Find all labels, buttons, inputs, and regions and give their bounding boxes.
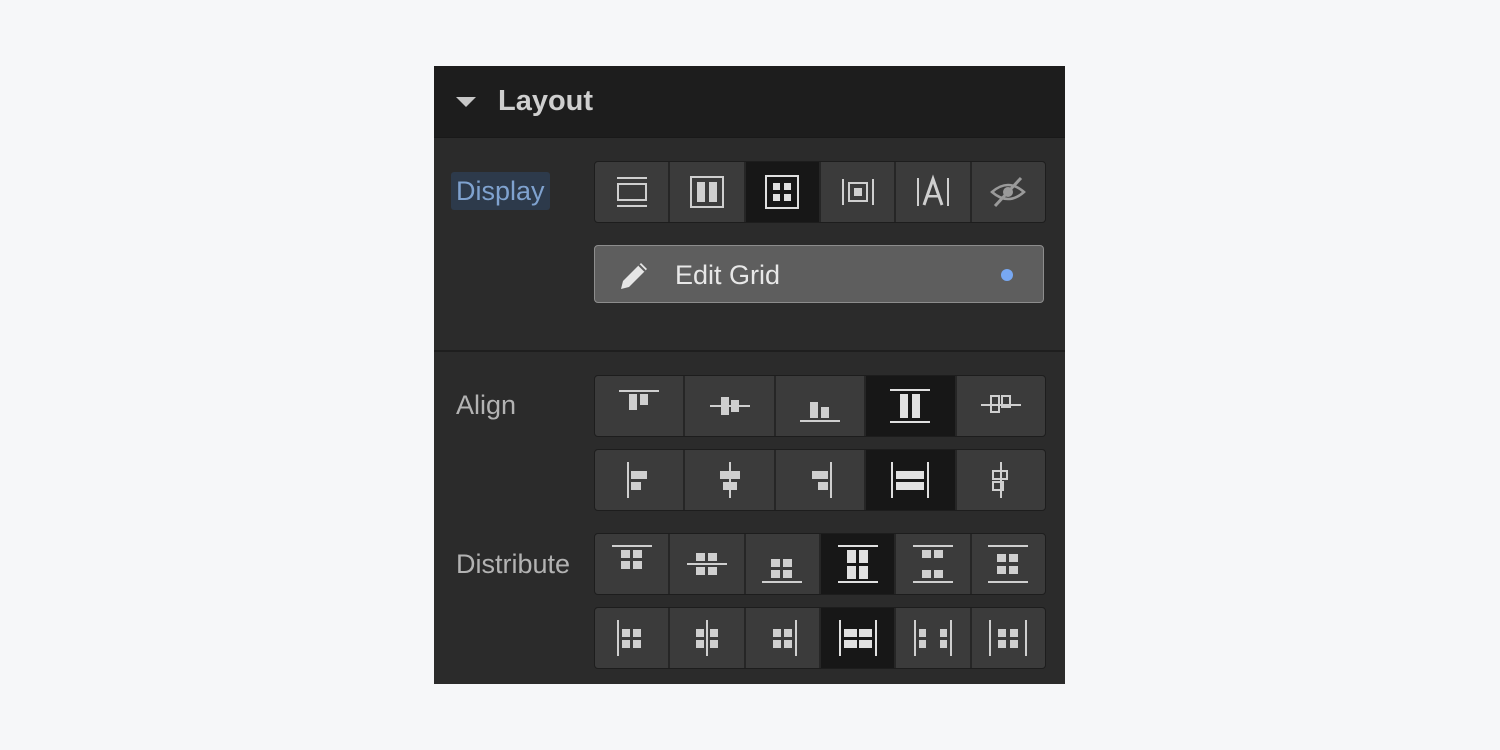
display-none-button[interactable] bbox=[971, 162, 1045, 222]
justify-baseline-icon bbox=[991, 462, 1008, 498]
pencil-icon bbox=[621, 263, 647, 289]
section-divider bbox=[434, 350, 1065, 352]
display-inline-block-icon bbox=[841, 179, 874, 205]
display-segmented-control bbox=[594, 161, 1046, 223]
align-baseline-icon bbox=[980, 395, 1021, 413]
justify-items-control bbox=[594, 449, 1046, 511]
edit-grid-button[interactable]: Edit Grid bbox=[594, 245, 1044, 303]
align-end-button[interactable] bbox=[775, 376, 867, 436]
align-label: Align bbox=[456, 390, 517, 420]
display-label[interactable]: Display bbox=[451, 172, 550, 210]
align-content-stretch-button[interactable] bbox=[820, 534, 897, 594]
justify-center-icon bbox=[719, 462, 740, 498]
distribute-space-around-icon bbox=[988, 545, 1029, 583]
align-content-start-button[interactable] bbox=[595, 534, 671, 594]
display-flex-icon bbox=[689, 176, 724, 208]
align-content-center-button[interactable] bbox=[670, 534, 746, 594]
justify-content-space-around-button[interactable] bbox=[971, 608, 1045, 668]
display-inline-block-button[interactable] bbox=[820, 162, 897, 222]
distribute-h-stretch-icon bbox=[838, 620, 877, 656]
align-stretch-icon bbox=[890, 389, 931, 423]
justify-content-space-between-button[interactable] bbox=[896, 608, 972, 668]
distribute-bottom-icon bbox=[762, 559, 803, 583]
status-dot bbox=[1001, 269, 1013, 281]
caret-down-icon[interactable] bbox=[456, 97, 476, 107]
distribute-h-space-around-icon bbox=[989, 620, 1028, 656]
align-content-control bbox=[594, 533, 1046, 595]
align-items-control bbox=[594, 375, 1046, 437]
align-bottom-icon bbox=[800, 402, 841, 422]
distribute-h-space-between-icon bbox=[913, 620, 952, 656]
distribute-right-icon bbox=[773, 620, 798, 656]
justify-content-end-button[interactable] bbox=[745, 608, 821, 668]
align-center-icon bbox=[709, 397, 750, 415]
distribute-stretch-icon bbox=[837, 545, 878, 583]
justify-start-button[interactable] bbox=[595, 450, 686, 510]
display-inline-button[interactable] bbox=[896, 162, 972, 222]
display-block-icon bbox=[616, 177, 647, 207]
edit-grid-label: Edit Grid bbox=[675, 260, 781, 290]
justify-center-button[interactable] bbox=[685, 450, 776, 510]
display-inline-icon bbox=[916, 174, 949, 206]
distribute-left-icon bbox=[616, 620, 641, 656]
justify-stretch-icon bbox=[891, 462, 930, 498]
align-baseline-button[interactable] bbox=[956, 376, 1045, 436]
align-content-space-between-button[interactable] bbox=[896, 534, 972, 594]
justify-content-start-button[interactable] bbox=[595, 608, 671, 668]
justify-content-control bbox=[594, 607, 1046, 669]
justify-left-icon bbox=[627, 462, 648, 498]
distribute-center-icon bbox=[686, 553, 727, 575]
distribute-space-between-icon bbox=[912, 545, 953, 583]
justify-stretch-button[interactable] bbox=[866, 450, 957, 510]
align-start-button[interactable] bbox=[595, 376, 686, 436]
distribute-h-center-icon bbox=[695, 620, 718, 656]
justify-end-button[interactable] bbox=[775, 450, 867, 510]
justify-baseline-button[interactable] bbox=[956, 450, 1045, 510]
justify-content-center-button[interactable] bbox=[670, 608, 746, 668]
section-header[interactable]: Layout bbox=[434, 66, 1065, 138]
align-content-space-around-button[interactable] bbox=[971, 534, 1045, 594]
align-top-icon bbox=[619, 390, 660, 410]
display-grid-button[interactable] bbox=[745, 162, 821, 222]
justify-content-stretch-button[interactable] bbox=[820, 608, 897, 668]
align-stretch-button[interactable] bbox=[866, 376, 957, 436]
distribute-top-icon bbox=[611, 545, 652, 569]
display-grid-icon bbox=[765, 175, 800, 209]
section-title: Layout bbox=[498, 85, 594, 117]
layout-panel: Layout Display Edit Grid Align Distribut… bbox=[434, 66, 1065, 684]
align-center-button[interactable] bbox=[685, 376, 776, 436]
display-flex-button[interactable] bbox=[670, 162, 746, 222]
justify-right-icon bbox=[812, 462, 833, 498]
align-content-end-button[interactable] bbox=[745, 534, 821, 594]
display-block-button[interactable] bbox=[595, 162, 671, 222]
distribute-label: Distribute bbox=[456, 549, 571, 579]
display-none-icon bbox=[990, 176, 1027, 208]
